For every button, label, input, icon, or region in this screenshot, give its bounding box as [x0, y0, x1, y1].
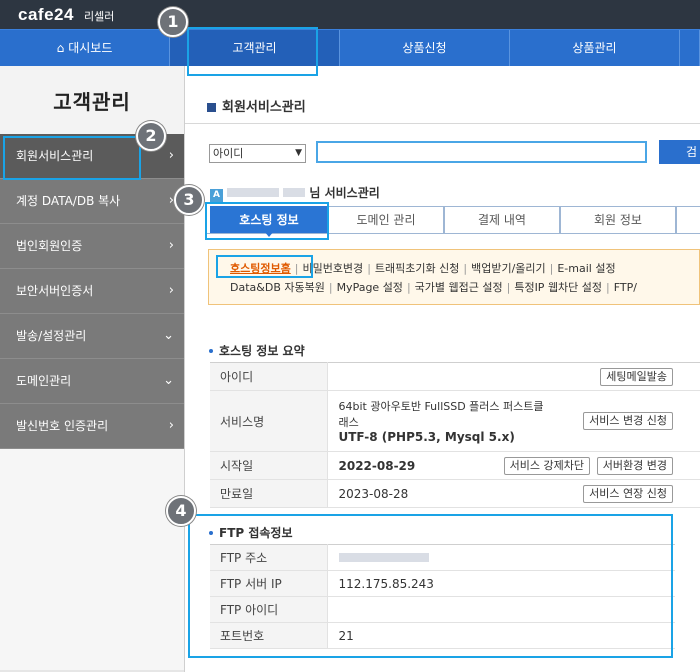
- nav-more[interactable]: [680, 30, 700, 66]
- search-type-value: 아이디: [213, 147, 244, 160]
- member-badge: A: [210, 189, 223, 202]
- submenu-ftp[interactable]: FTP/: [614, 281, 637, 294]
- cafe24-logo[interactable]: cafe24: [18, 5, 74, 25]
- home-icon: ⌂: [56, 41, 65, 55]
- sidebar-item-label: 법인회원인증: [16, 239, 83, 253]
- nav-dashboard-label: 대시보드: [68, 41, 113, 55]
- sidebar-item-label: 발신번호 인증관리: [16, 419, 109, 433]
- sidebar-item-ssl-cert[interactable]: 보안서버인증서 ›: [0, 269, 184, 314]
- search-button[interactable]: 검: [659, 140, 700, 164]
- sidebar-empty-area: [0, 449, 184, 670]
- nav-dashboard[interactable]: ⌂ 대시보드: [0, 30, 170, 66]
- step-badge-3: 3: [174, 185, 204, 215]
- search-type-select[interactable]: 아이디 ▼: [209, 144, 306, 163]
- force-block-button[interactable]: 서비스 강제차단: [503, 456, 590, 475]
- row-value: 64bit 광아우토반 FullSSD 플러스 퍼스트클 래스 UTF-8 (P…: [327, 390, 700, 452]
- sidebar-item-data-copy[interactable]: 계정 DATA/DB 복사 ›: [0, 179, 184, 224]
- row-value: 세팅메일발송: [327, 362, 700, 391]
- bullet-icon: [209, 349, 213, 353]
- extend-service-button[interactable]: 서비스 연장 신청: [583, 484, 673, 503]
- hosting-summary-table: 아이디 세팅메일발송 서비스명 64bit 광아우토반 FullSSD 플러스 …: [210, 362, 700, 508]
- main-nav: ⌂ 대시보드 고객관리 상품신청 상품관리: [0, 29, 700, 66]
- chevron-down-icon: ⌄: [163, 373, 174, 388]
- start-date: 2022-08-29: [338, 458, 416, 473]
- dropdown-arrow-icon: ▼: [295, 148, 302, 158]
- tab-payment-history[interactable]: 결제 내역: [444, 206, 560, 234]
- chevron-right-icon: ›: [168, 238, 174, 253]
- sidebar-item-domain[interactable]: 도메인관리 ⌄: [0, 359, 184, 404]
- step-badge-4: 4: [166, 496, 196, 526]
- sidebar-item-label: 도메인관리: [16, 374, 72, 388]
- submenu-mypage-settings[interactable]: MyPage 설정: [337, 281, 403, 294]
- member-service-suffix: 님 서비스관리: [309, 186, 380, 200]
- table-row: 만료일 2023-08-28 서비스 연장 신청: [210, 479, 700, 508]
- table-row: 서비스명 64bit 광아우토반 FullSSD 플러스 퍼스트클 래스 UTF…: [210, 390, 700, 452]
- highlight-ftp-info: [188, 514, 673, 658]
- title-divider: [185, 123, 700, 124]
- table-row: 아이디 세팅메일발송: [210, 362, 700, 391]
- row-value: 2022-08-29 서비스 강제차단 서버환경 변경: [327, 451, 700, 480]
- sidebar-item-label: 계정 DATA/DB 복사: [16, 194, 121, 208]
- chevron-down-icon: ⌄: [163, 328, 174, 343]
- submenu-traffic-reset[interactable]: 트래픽초기화 신청: [375, 262, 459, 275]
- page-title: 회원서비스관리: [207, 96, 306, 115]
- step-badge-1: 1: [158, 7, 188, 37]
- start-date-actions: 서비스 강제차단 서버환경 변경: [501, 456, 673, 475]
- summary-heading: 호스팅 정보 요약: [209, 342, 305, 359]
- chevron-right-icon: ›: [168, 283, 174, 298]
- brand-subtitle: 리셀러: [84, 10, 115, 23]
- row-label: 아이디: [210, 362, 328, 391]
- chevron-right-icon: ›: [168, 148, 174, 163]
- submenu-backup[interactable]: 백업받기/올리기: [471, 262, 546, 275]
- masked-member-id: [227, 188, 279, 197]
- sidebar-item-sender-number[interactable]: 발신번호 인증관리 ›: [0, 404, 184, 449]
- sidebar-item-send-settings[interactable]: 발송/설정관리 ⌄: [0, 314, 184, 359]
- sidebar-item-label: 발송/설정관리: [16, 329, 87, 343]
- highlight-hosting-home: [216, 255, 313, 278]
- submenu-email-settings[interactable]: E-mail 설정: [557, 262, 615, 275]
- chevron-right-icon: ›: [168, 418, 174, 433]
- tab-domain-management[interactable]: 도메인 관리: [328, 206, 444, 234]
- change-server-env-button[interactable]: 서버환경 변경: [596, 456, 673, 475]
- highlight-customer-nav: [187, 27, 318, 76]
- nav-product-order[interactable]: 상품신청: [340, 30, 510, 66]
- row-label: 서비스명: [210, 390, 328, 452]
- summary-heading-text: 호스팅 정보 요약: [219, 344, 305, 358]
- service-encoding: UTF-8 (PHP5.3, Mysql 5.x): [338, 430, 515, 444]
- send-setup-mail-button[interactable]: 세팅메일발송: [600, 367, 673, 386]
- nav-product-management[interactable]: 상품관리: [510, 30, 680, 66]
- change-service-button[interactable]: 서비스 변경 신청: [583, 412, 673, 430]
- submenu-country-access[interactable]: 국가별 웹접근 설정: [415, 281, 503, 294]
- submenu-auto-restore[interactable]: Data&DB 자동복원: [230, 281, 325, 294]
- brand-bar: cafe24 리셀러: [0, 0, 700, 29]
- search-input[interactable]: [316, 141, 647, 163]
- step-badge-2: 2: [136, 121, 166, 151]
- tab-member-info[interactable]: 회원 정보: [560, 206, 676, 234]
- title-square-icon: [207, 103, 216, 112]
- highlight-member-service: [3, 136, 141, 180]
- submenu-row: Data&DB 자동복원 | MyPage 설정 | 국가별 웹접근 설정 | 특정IP 웹…: [230, 281, 637, 294]
- table-row: 시작일 2022-08-29 서비스 강제차단 서버환경 변경: [210, 451, 700, 480]
- sidebar-item-label: 보안서버인증서: [16, 284, 94, 298]
- tab-more[interactable]: [676, 206, 700, 234]
- submenu-ip-block[interactable]: 특정IP 웹차단 설정: [514, 281, 602, 294]
- row-label: 만료일: [210, 479, 328, 508]
- member-service-heading: A 님 서비스관리: [210, 184, 380, 202]
- highlight-hosting-tab: [205, 202, 329, 240]
- row-value: 2023-08-28 서비스 연장 신청: [327, 479, 700, 508]
- masked-member-id: [283, 188, 306, 197]
- sidebar-item-corporate-auth[interactable]: 법인회원인증 ›: [0, 224, 184, 269]
- end-date: 2023-08-28: [338, 486, 409, 501]
- row-label: 시작일: [210, 451, 328, 480]
- page-title-text: 회원서비스관리: [222, 100, 306, 115]
